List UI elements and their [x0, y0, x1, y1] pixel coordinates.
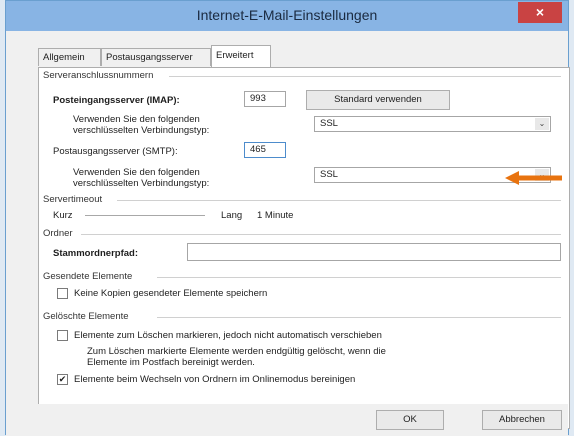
use-default-button[interactable]: Standard verwenden: [306, 90, 450, 110]
deletion-info-line2: Elemente im Postfach bereinigt werden.: [87, 357, 255, 368]
dialog-window: Internet-E-Mail-Einstellungen × Allgemei…: [5, 0, 570, 436]
incoming-encryption-select[interactable]: SSL ⌄: [314, 116, 551, 132]
outgoing-server-label: Postausgangsserver (SMTP):: [53, 146, 178, 157]
group-server-ports-label: Serveranschlussnummern: [43, 70, 154, 81]
purge-on-switch-checkbox[interactable]: ✔: [57, 374, 68, 385]
group-sent-items-label: Gesendete Elemente: [43, 271, 133, 282]
timeout-value: 1 Minute: [257, 210, 294, 221]
incoming-server-label: Posteingangsserver (IMAP):: [53, 95, 180, 106]
incoming-encryption-label-line2: verschlüsselten Verbindungstyp:: [73, 125, 210, 136]
group-divider: [169, 76, 561, 77]
outgoing-encryption-label-line2: verschlüsselten Verbindungstyp:: [73, 178, 210, 189]
title-bar[interactable]: Internet-E-Mail-Einstellungen ×: [6, 1, 568, 31]
purge-on-switch-label[interactable]: Elemente beim Wechseln von Ordnern im On…: [74, 374, 355, 385]
group-divider: [81, 234, 561, 235]
group-divider: [157, 317, 561, 318]
annotation-arrow-icon: [505, 171, 562, 185]
outgoing-encryption-value: SSL: [320, 169, 338, 180]
timeout-slider[interactable]: [85, 215, 205, 216]
window-title: Internet-E-Mail-Einstellungen: [196, 7, 378, 23]
tab-panel-erweitert: Serveranschlussnummern Posteingangsserve…: [38, 67, 570, 429]
incoming-port-input[interactable]: 993: [244, 91, 286, 107]
outgoing-encryption-label-line1: Verwenden Sie den folgenden: [73, 167, 200, 178]
tab-allgemein[interactable]: Allgemein: [38, 48, 101, 66]
chevron-down-icon: ⌄: [535, 118, 549, 130]
ok-button[interactable]: OK: [376, 410, 444, 430]
incoming-encryption-value: SSL: [320, 118, 338, 129]
mark-for-deletion-label[interactable]: Elemente zum Löschen markieren, jedoch n…: [74, 330, 382, 341]
root-folder-input[interactable]: [187, 243, 561, 261]
root-folder-label: Stammordnerpfad:: [53, 248, 138, 259]
no-copies-label[interactable]: Keine Kopien gesendeter Elemente speiche…: [74, 288, 267, 299]
cancel-button[interactable]: Abbrechen: [482, 410, 562, 430]
outgoing-port-input[interactable]: 465: [244, 142, 286, 158]
mark-for-deletion-checkbox[interactable]: [57, 330, 68, 341]
dialog-footer: OK Abbrechen: [6, 404, 568, 436]
group-deleted-items-label: Gelöschte Elemente: [43, 311, 129, 322]
incoming-encryption-label-line1: Verwenden Sie den folgenden: [73, 114, 200, 125]
close-button[interactable]: ×: [518, 2, 562, 23]
timeout-long-label: Lang: [221, 210, 243, 221]
group-timeout-label: Servertimeout: [43, 194, 103, 205]
group-divider: [157, 277, 561, 278]
no-copies-checkbox[interactable]: [57, 288, 68, 299]
dialog-client: Allgemein Postausgangsserver Erweitert S…: [13, 31, 570, 429]
deletion-info-line1: Zum Löschen markierte Elemente werden en…: [87, 346, 386, 357]
group-divider: [117, 200, 561, 201]
tab-erweitert[interactable]: Erweitert: [211, 45, 271, 67]
group-folders-label: Ordner: [43, 228, 73, 239]
tab-postausgangsserver[interactable]: Postausgangsserver: [101, 48, 211, 66]
timeout-short-label: Kurz: [53, 210, 73, 221]
